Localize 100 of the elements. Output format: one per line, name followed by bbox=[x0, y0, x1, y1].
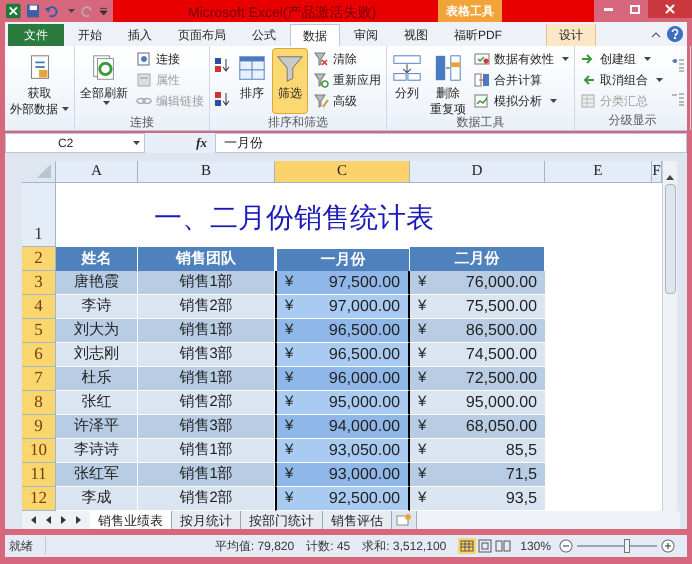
ribbon-tab[interactable]: 审阅 bbox=[342, 24, 390, 46]
column-header[interactable]: A bbox=[56, 161, 138, 183]
ribbon-button[interactable]: 高级 bbox=[310, 90, 384, 111]
close-button[interactable] bbox=[648, 0, 692, 18]
ribbon-button[interactable]: 清除 bbox=[310, 48, 384, 69]
ribbon-tab[interactable]: 福昕PDF bbox=[442, 24, 514, 46]
customize-icon[interactable] bbox=[100, 7, 108, 15]
undo-caret-icon bbox=[68, 9, 76, 13]
ribbon-tab[interactable]: 页面布局 bbox=[166, 24, 238, 46]
sort-descending-icon bbox=[214, 91, 230, 107]
zoom-out-icon[interactable] bbox=[559, 539, 573, 553]
ribbon-tab[interactable]: 数据 bbox=[290, 24, 340, 46]
maximize-icon bbox=[630, 4, 640, 14]
vertical-scrollbar[interactable] bbox=[662, 161, 677, 511]
ribbon-button[interactable]: 数据有效性 bbox=[471, 48, 572, 69]
row-header[interactable]: 3 bbox=[22, 271, 56, 295]
table-cell-text: 72,500.00 bbox=[466, 368, 537, 388]
table-cell-text: 94,000.00 bbox=[328, 416, 400, 436]
row-header[interactable]: 8 bbox=[22, 391, 56, 415]
ribbon-button[interactable]: 排序 bbox=[234, 48, 270, 114]
ribbon-button[interactable]: 删除 重复项 bbox=[427, 48, 469, 114]
currency-symbol: ¥ bbox=[418, 392, 426, 412]
ribbon-button[interactable]: 获取 外部数据 bbox=[7, 48, 72, 114]
row-header[interactable]: 7 bbox=[22, 367, 56, 391]
column-header[interactable]: F bbox=[652, 161, 662, 183]
ribbon-button[interactable]: 模拟分析 bbox=[471, 90, 572, 111]
column-header[interactable]: C bbox=[275, 161, 410, 183]
table-cell-text: 97,500.00 bbox=[328, 272, 400, 292]
table-cell: 刘大为 bbox=[56, 319, 138, 343]
first-sheet-icon[interactable] bbox=[30, 516, 37, 524]
row-header[interactable]: 9 bbox=[22, 415, 56, 439]
last-sheet-icon[interactable] bbox=[75, 516, 82, 524]
normal-view-icon[interactable] bbox=[458, 538, 476, 554]
table-cell: 杜乐 bbox=[56, 367, 138, 391]
page-break-icon[interactable] bbox=[494, 538, 512, 554]
table-cell: 刘志刚 bbox=[56, 343, 138, 367]
ribbon-button[interactable]: 全部刷新 bbox=[77, 48, 131, 114]
collapse-ribbon-icon[interactable] bbox=[651, 32, 661, 38]
ribbon-button[interactable]: 分列 bbox=[389, 48, 425, 114]
ribbon-button[interactable]: 筛选 bbox=[272, 48, 308, 114]
row-header[interactable]: 10 bbox=[22, 439, 56, 463]
status-sum: 求和: 3,512,100 bbox=[362, 538, 446, 555]
save-icon[interactable] bbox=[26, 4, 40, 18]
table-cell: 销售3部 bbox=[138, 415, 275, 439]
zoom-slider-thumb[interactable] bbox=[624, 539, 630, 553]
sheet-tab[interactable]: 销售评估 bbox=[323, 511, 392, 529]
horizontal-scrollbar[interactable] bbox=[416, 511, 680, 529]
insert-function-button[interactable]: fx bbox=[196, 133, 207, 153]
row-header[interactable]: 11 bbox=[22, 463, 56, 487]
ribbon-tab[interactable]: 文件 bbox=[8, 24, 64, 46]
row-header[interactable]: 5 bbox=[22, 319, 56, 343]
scroll-up-icon[interactable] bbox=[666, 175, 674, 180]
text-to-columns-icon bbox=[392, 53, 422, 83]
previous-sheet-icon[interactable] bbox=[45, 516, 52, 524]
sort-ascending-icon bbox=[214, 57, 230, 73]
zoom-level[interactable]: 130% bbox=[520, 537, 551, 555]
column-header[interactable]: B bbox=[138, 161, 275, 183]
table-cell: 张红 bbox=[56, 391, 138, 415]
currency-symbol: ¥ bbox=[285, 272, 294, 292]
clear-filter-icon bbox=[313, 50, 329, 66]
column-header[interactable]: E bbox=[545, 161, 652, 183]
currency-symbol: ¥ bbox=[418, 440, 426, 460]
ribbon-button[interactable]: 重新应用 bbox=[310, 69, 384, 90]
help-icon[interactable] bbox=[667, 26, 683, 42]
row-header[interactable]: 2 bbox=[22, 247, 56, 271]
table-cell-text: 71,5 bbox=[506, 464, 537, 484]
currency-symbol: ¥ bbox=[418, 320, 426, 340]
ribbon-tab[interactable]: 开始 bbox=[66, 24, 114, 46]
sheet-tab[interactable]: 按部门统计 bbox=[241, 511, 323, 529]
row-header[interactable]: 4 bbox=[22, 295, 56, 319]
table-cell-text: 93,000.00 bbox=[328, 464, 400, 484]
ribbon-button[interactable]: 取消组合 bbox=[577, 69, 666, 90]
name-box[interactable]: C2 bbox=[5, 133, 145, 153]
table-cell: 李成 bbox=[56, 487, 138, 511]
table-cell-text: 68,050.00 bbox=[466, 416, 537, 436]
next-sheet-icon[interactable] bbox=[60, 516, 67, 524]
ribbon-tab[interactable]: 设计 bbox=[546, 24, 596, 46]
excel-logo-icon[interactable] bbox=[6, 3, 21, 19]
table-cell-text: 95,000.00 bbox=[328, 392, 400, 412]
zoom-in-icon[interactable] bbox=[661, 539, 675, 553]
page-layout-icon[interactable] bbox=[476, 538, 494, 554]
formula-field[interactable]: 一月份 bbox=[215, 133, 687, 153]
row-header[interactable]: 12 bbox=[22, 487, 56, 511]
ribbon-tab[interactable]: 插入 bbox=[116, 24, 164, 46]
new-sheet-icon[interactable] bbox=[396, 514, 412, 526]
sheet-tab[interactable]: 按月统计 bbox=[172, 511, 241, 529]
row-header[interactable]: 6 bbox=[22, 343, 56, 367]
ribbon-button[interactable]: 创建组 bbox=[577, 48, 666, 69]
scrollbar-thumb[interactable] bbox=[664, 184, 676, 294]
sheet-tab[interactable]: 销售业绩表 bbox=[90, 511, 172, 529]
table-cell: 李诗诗 bbox=[56, 439, 138, 463]
ribbon-tab[interactable]: 视图 bbox=[392, 24, 440, 46]
row-header[interactable]: 1 bbox=[22, 183, 56, 247]
table-cell-text: 93,050.00 bbox=[328, 440, 400, 460]
ribbon-tab[interactable]: 公式 bbox=[240, 24, 288, 46]
column-header[interactable]: D bbox=[410, 161, 545, 183]
ribbon-button[interactable]: 合并计算 bbox=[471, 69, 572, 90]
table-cell: 销售1部 bbox=[138, 319, 275, 343]
ribbon-button[interactable]: 连接 bbox=[133, 48, 207, 69]
currency-symbol: ¥ bbox=[285, 368, 294, 388]
